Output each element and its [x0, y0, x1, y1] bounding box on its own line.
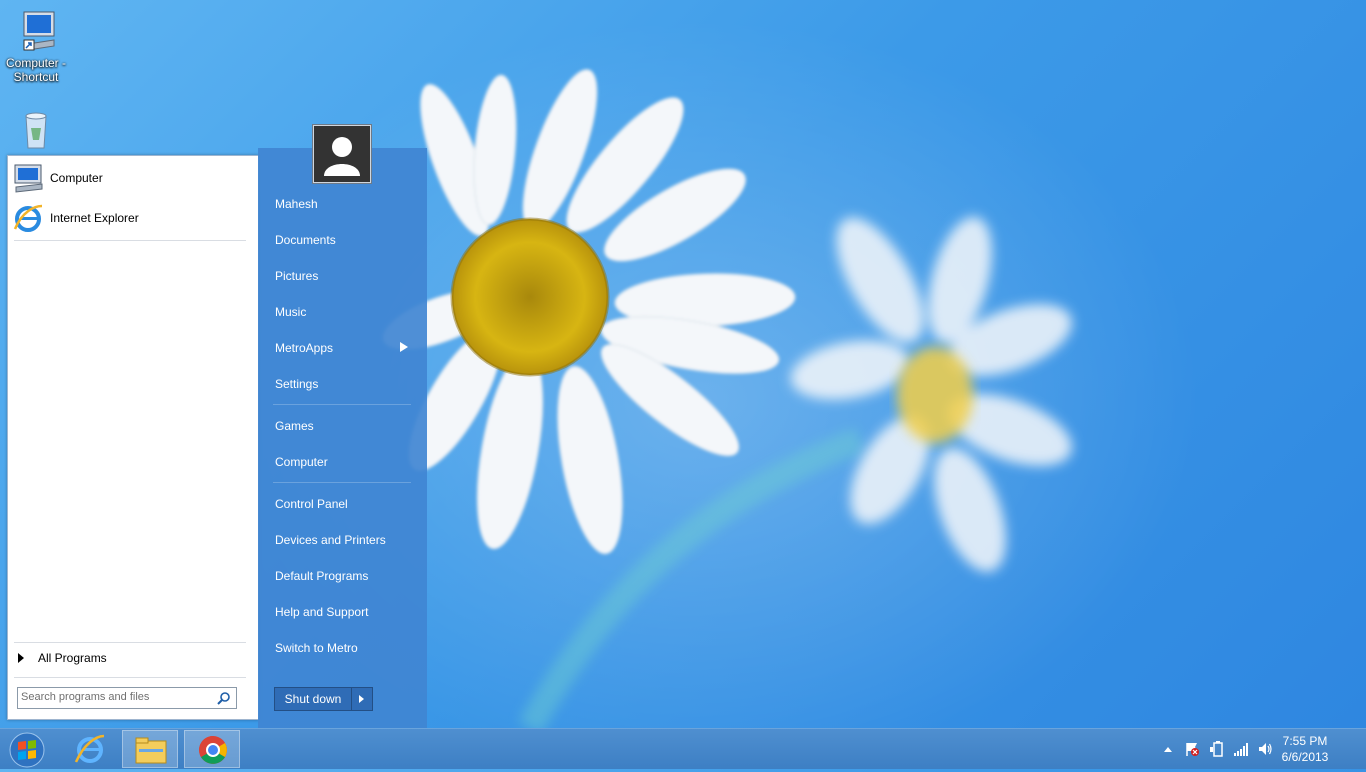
place-control-panel[interactable]: Control Panel [275, 497, 348, 511]
submenu-arrow-icon[interactable] [400, 342, 408, 352]
pinned-item-internet-explorer[interactable]: Internet Explorer [12, 201, 248, 235]
separator [14, 677, 246, 678]
place-devices-and-printers[interactable]: Devices and Printers [275, 533, 386, 547]
search-icon[interactable] [217, 691, 231, 705]
user-icon [314, 126, 370, 182]
start-menu-programs-pane: Computer Internet Explorer All Programs [7, 155, 259, 720]
all-programs-button[interactable]: All Programs [16, 651, 107, 665]
internet-explorer-icon [12, 202, 44, 234]
desktop-icon-label: Computer - Shortcut [5, 56, 67, 84]
separator [273, 404, 411, 405]
show-hidden-icons-icon[interactable] [1163, 745, 1173, 753]
separator [14, 240, 246, 241]
taskbar-clock[interactable]: 7:55 PM 6/6/2013 [1270, 733, 1340, 765]
place-metroapps[interactable]: MetroApps [275, 341, 333, 355]
start-button[interactable] [0, 730, 56, 768]
network-signal-icon[interactable] [1233, 741, 1249, 757]
desktop-icon-recycle-bin[interactable] [0, 110, 72, 150]
place-switch-to-metro[interactable]: Switch to Metro [275, 641, 358, 655]
search-input[interactable] [18, 688, 211, 706]
expand-arrow-icon [18, 653, 24, 663]
place-settings[interactable]: Settings [275, 377, 318, 391]
clock-date: 6/6/2013 [1281, 750, 1329, 764]
recycle-bin-icon [12, 110, 60, 154]
computer-shortcut-icon [12, 10, 60, 54]
taskbar [0, 728, 1366, 769]
taskbar-internet-explorer[interactable] [62, 730, 118, 768]
computer-icon [12, 162, 44, 194]
start-orb-icon [9, 732, 45, 768]
pinned-item-label: Internet Explorer [50, 211, 139, 225]
desktop-icon-computer-shortcut[interactable]: Computer - Shortcut [0, 10, 72, 84]
power-battery-icon[interactable] [1209, 741, 1225, 757]
separator [14, 642, 246, 643]
place-games[interactable]: Games [275, 419, 314, 433]
place-user[interactable]: Mahesh [275, 197, 318, 211]
user-avatar[interactable] [313, 125, 371, 183]
place-help-and-support[interactable]: Help and Support [275, 605, 368, 619]
search-box[interactable] [17, 687, 237, 709]
taskbar-chrome[interactable] [184, 730, 240, 768]
place-computer[interactable]: Computer [275, 455, 328, 469]
place-documents[interactable]: Documents [275, 233, 336, 247]
shutdown-button[interactable]: Shut down [274, 687, 352, 711]
shutdown-options-button[interactable] [351, 687, 373, 711]
place-pictures[interactable]: Pictures [275, 269, 318, 283]
action-center-flag-icon[interactable] [1184, 741, 1200, 757]
pinned-item-label: Computer [50, 171, 103, 185]
file-explorer-icon [135, 737, 167, 764]
all-programs-label: All Programs [38, 651, 107, 665]
taskbar-file-explorer[interactable] [122, 730, 178, 768]
place-default-programs[interactable]: Default Programs [275, 569, 368, 583]
chrome-icon [199, 736, 227, 764]
place-music[interactable]: Music [275, 305, 306, 319]
pinned-item-computer[interactable]: Computer [12, 161, 248, 195]
internet-explorer-icon [74, 734, 105, 763]
clock-time: 7:55 PM [1282, 734, 1328, 748]
separator [273, 482, 411, 483]
